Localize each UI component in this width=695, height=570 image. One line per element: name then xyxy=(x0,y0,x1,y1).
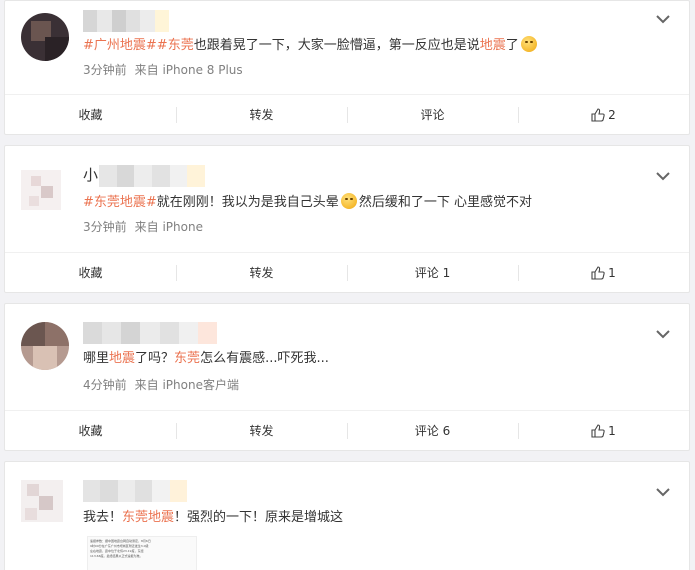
collect-button[interactable]: 收藏 xyxy=(5,253,176,292)
topic-tag[interactable]: #东莞 xyxy=(157,38,194,53)
weibo-comment-card: #广州地震##东莞也跟着晃了一下，大家一脸懵逼，第一反应也是说地震了 3分钟前来… xyxy=(4,0,690,135)
weibo-comment-card: 小 #东莞地震#就在刚刚！我以为是我自己头晕 然后缓和了一下 心里感觉不对 3分钟… xyxy=(4,145,690,293)
forward-label: 转发 xyxy=(249,424,274,438)
action-bar: 收藏 转发 评论 1 1 xyxy=(5,252,689,292)
text-segment: 然后缓和了一下 心里感觉不对 xyxy=(358,195,532,210)
keyword-highlight: 地震 xyxy=(109,351,136,366)
weibo-comment-card: 哪里地震了吗？东莞怎么有震感...吓死我... 4分钟前 来自 iPhone客户端… xyxy=(4,303,690,451)
post-meta: 3分钟前 来自 iPhone xyxy=(83,218,203,235)
username-mosaic[interactable] xyxy=(99,165,205,187)
comment-button[interactable]: 评论 1 xyxy=(347,253,518,292)
chevron-down-icon[interactable] xyxy=(655,486,671,498)
forward-label: 转发 xyxy=(249,266,274,280)
topic-tag[interactable]: #广州地震# xyxy=(83,38,157,53)
post-meta: 4分钟前 来自 iPhone客户端 xyxy=(83,376,239,393)
source: 来自 iPhone xyxy=(134,220,203,234)
source: 来自 iPhone客户端 xyxy=(134,378,239,392)
weibo-comment-card: 我去！东莞地震！强烈的一下！原来是增城这 速报参数：据中国地震台网自动测定，8月… xyxy=(4,461,690,570)
emoji-icon xyxy=(520,36,537,52)
comment-text: #广州地震##东莞也跟着晃了一下，大家一脸懵逼，第一反应也是说地震了 xyxy=(83,36,539,54)
chevron-down-icon[interactable] xyxy=(655,328,671,340)
thumbs-up-icon xyxy=(591,107,605,122)
thumbs-up-icon xyxy=(591,423,605,438)
collect-button[interactable]: 收藏 xyxy=(5,411,176,450)
chevron-down-icon[interactable] xyxy=(655,13,671,25)
forward-button[interactable]: 转发 xyxy=(176,253,347,292)
text-segment: 也跟着晃了一下，大家一脸懵逼，第一反应也是说 xyxy=(193,38,480,53)
forward-button[interactable]: 转发 xyxy=(176,411,347,450)
action-bar: 收藏 转发 评论 2 xyxy=(5,94,689,134)
comment-label: 评论 1 xyxy=(414,266,451,280)
like-button[interactable]: 2 xyxy=(518,95,689,134)
comment-button[interactable]: 评论 xyxy=(347,95,518,134)
comment-label: 评论 6 xyxy=(414,424,451,438)
text-segment: ！强烈的一下！原来是增城这 xyxy=(174,510,344,525)
comment-text: 哪里地震了吗？东莞怎么有震感...吓死我... xyxy=(83,350,329,367)
collect-label: 收藏 xyxy=(78,424,103,438)
keyword-highlight: 东莞地震 xyxy=(122,510,175,525)
like-count: 1 xyxy=(608,423,616,438)
timestamp[interactable]: 3分钟前 xyxy=(83,220,127,234)
collect-label: 收藏 xyxy=(78,108,103,122)
avatar[interactable] xyxy=(21,170,61,210)
text-segment: 就在刚刚！我以为是我自己头晕 xyxy=(156,195,339,210)
text-segment: 了吗？ xyxy=(135,351,175,366)
action-bar: 收藏 转发 评论 6 1 xyxy=(5,410,689,450)
avatar[interactable] xyxy=(21,480,63,522)
text-segment: 哪里 xyxy=(83,351,110,366)
text-segment: 怎么有震感...吓死我... xyxy=(200,351,329,366)
like-button[interactable]: 1 xyxy=(518,253,689,292)
comment-text: 我去！东莞地震！强烈的一下！原来是增城这 xyxy=(83,509,343,526)
timestamp[interactable]: 3分钟前 xyxy=(83,63,127,77)
username-prefix[interactable]: 小 xyxy=(83,164,98,185)
username-mosaic[interactable] xyxy=(83,10,169,32)
like-count: 2 xyxy=(608,107,616,122)
username-mosaic[interactable] xyxy=(83,480,187,502)
post-meta: 3分钟前 来自 iPhone 8 Plus xyxy=(83,61,243,78)
timestamp[interactable]: 4分钟前 xyxy=(83,378,127,392)
attachment-text-line: 113.66度。最终结果以正式速报为准。 xyxy=(90,554,143,558)
like-button[interactable]: 1 xyxy=(518,411,689,450)
keyword-highlight: 东莞 xyxy=(174,351,201,366)
comment-text: #东莞地震#就在刚刚！我以为是我自己头晕 然后缓和了一下 心里感觉不对 xyxy=(83,193,532,211)
avatar[interactable] xyxy=(21,322,69,370)
collect-button[interactable]: 收藏 xyxy=(5,95,176,134)
username-mosaic[interactable] xyxy=(83,322,217,344)
comment-button[interactable]: 评论 6 xyxy=(347,411,518,450)
like-count: 1 xyxy=(608,265,616,280)
comment-label: 评论 xyxy=(420,108,445,122)
avatar[interactable] xyxy=(21,13,69,61)
forward-button[interactable]: 转发 xyxy=(176,95,347,134)
chevron-down-icon[interactable] xyxy=(655,170,671,182)
forward-label: 转发 xyxy=(249,108,274,122)
thumbs-up-icon xyxy=(591,265,605,280)
keyword-highlight: 地震 xyxy=(479,38,506,53)
text-segment: 了 xyxy=(505,38,519,53)
source: 来自 iPhone 8 Plus xyxy=(134,63,243,77)
collect-label: 收藏 xyxy=(78,266,103,280)
emoji-icon xyxy=(340,193,357,209)
topic-tag[interactable]: #东莞地震# xyxy=(83,195,157,210)
attached-image[interactable]: 速报参数：据中国地震台网自动测定，8月6日 9时09分在广东广州市增城区附近发生… xyxy=(87,536,197,570)
text-segment: 我去！ xyxy=(83,510,123,525)
